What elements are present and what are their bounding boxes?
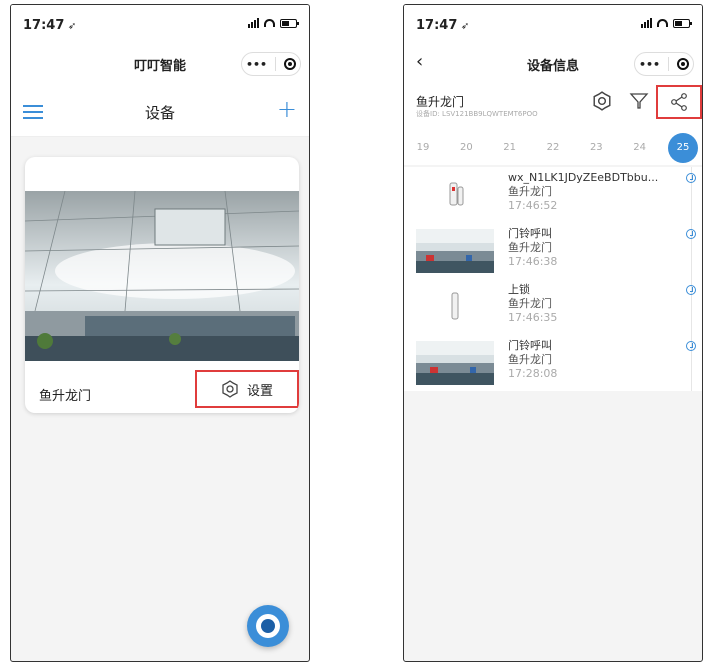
status-bar: 17:47 ➶ — [11, 5, 309, 39]
event-list: wx_N1LK1JDyZEeBDTbbu... 鱼升龙门 17:46:52 门铃… — [404, 167, 702, 391]
event-item[interactable]: 上锁 鱼升龙门 17:46:35 — [404, 279, 702, 335]
door-sensor-thumbnail — [416, 173, 494, 217]
device-name: 鱼升龙门 — [39, 389, 92, 404]
event-device: 鱼升龙门 — [508, 297, 552, 310]
signal-icon — [641, 18, 652, 28]
device-id: 设备ID: LSV121BB9LQWTEMT6POO — [416, 110, 538, 118]
floating-action-button[interactable] — [247, 605, 289, 647]
camera-snapshot-thumbnail — [416, 229, 494, 273]
add-device-icon[interactable]: + — [277, 95, 297, 123]
event-item[interactable]: 门铃呼叫 鱼升龙门 17:28:08 — [404, 335, 702, 391]
day-19[interactable]: 19 — [408, 133, 438, 163]
share-icon — [671, 93, 687, 111]
day-20[interactable]: 20 — [451, 133, 481, 163]
miniprogram-titlebar: 叮叮智能 ••• — [11, 39, 309, 85]
status-time: 17:47 — [416, 18, 458, 33]
close-miniprogram-icon[interactable] — [677, 58, 690, 70]
clock-icon — [686, 229, 696, 239]
event-time: 17:28:08 — [508, 367, 558, 380]
status-time: 17:47 — [23, 18, 65, 33]
phone-screen-device-info: 17:47 ➶ ‹ 设备信息 ••• 鱼升龙门 设备ID: LSV121BB9L… — [403, 4, 703, 662]
event-device: 鱼升龙门 — [508, 185, 552, 198]
more-icon[interactable]: ••• — [246, 58, 267, 71]
event-title: 门铃呼叫 — [508, 227, 552, 240]
more-icon[interactable]: ••• — [639, 58, 660, 71]
event-device: 鱼升龙门 — [508, 353, 552, 366]
wifi-icon — [264, 19, 275, 27]
clock-icon — [686, 285, 696, 295]
door-sensor-thumbnail — [416, 285, 494, 329]
day-24[interactable]: 24 — [625, 133, 655, 163]
event-time: 17:46:35 — [508, 311, 558, 324]
status-bar: 17:47 ➶ — [404, 5, 702, 39]
battery-icon — [673, 18, 692, 28]
camera-snapshot-thumbnail — [416, 341, 494, 385]
phone-screen-devices: 17:47 ➶ 叮叮智能 ••• 设备 + 鱼升龙门 设置 — [10, 4, 310, 662]
close-miniprogram-icon[interactable] — [284, 58, 297, 70]
event-title: 门铃呼叫 — [508, 339, 552, 352]
gear-icon — [222, 380, 238, 398]
filter-icon[interactable] — [629, 91, 649, 111]
gear-icon[interactable] — [592, 91, 612, 111]
day-22[interactable]: 22 — [538, 133, 568, 163]
capsule-menu[interactable]: ••• — [634, 52, 694, 76]
miniprogram-titlebar: ‹ 设备信息 ••• — [404, 39, 702, 85]
signal-icon — [248, 18, 259, 28]
settings-label: 设置 — [246, 383, 273, 399]
day-23[interactable]: 23 — [581, 133, 611, 163]
day-25-selected[interactable]: 25 — [667, 133, 698, 163]
share-button[interactable] — [656, 85, 702, 119]
event-time: 17:46:38 — [508, 255, 558, 268]
event-title: wx_N1LK1JDyZEeBDTbbu... — [508, 171, 659, 184]
camera-preview[interactable] — [25, 191, 299, 361]
clock-icon — [686, 341, 696, 351]
app-header: 设备 + — [11, 85, 309, 137]
event-item[interactable]: 门铃呼叫 鱼升龙门 17:46:38 — [404, 223, 702, 279]
event-title: 上锁 — [508, 283, 530, 296]
event-item[interactable]: wx_N1LK1JDyZEeBDTbbu... 鱼升龙门 17:46:52 — [404, 167, 702, 223]
event-device: 鱼升龙门 — [508, 241, 552, 254]
date-selector: 19 20 21 22 23 24 25 — [408, 133, 698, 163]
day-21[interactable]: 21 — [495, 133, 525, 163]
device-card[interactable]: 鱼升龙门 设置 — [25, 157, 299, 413]
camera-icon — [256, 614, 280, 638]
wifi-icon — [657, 19, 668, 27]
battery-icon — [280, 18, 299, 28]
clock-icon — [686, 173, 696, 183]
device-header: 鱼升龙门 设备ID: LSV121BB9LQWTEMT6POO 19 20 21… — [404, 85, 702, 165]
device-name: 鱼升龙门 — [416, 95, 465, 109]
capsule-menu[interactable]: ••• — [241, 52, 301, 76]
settings-button[interactable]: 设置 — [195, 370, 299, 408]
event-time: 17:46:52 — [508, 199, 558, 212]
page-title: 设备 — [144, 104, 175, 122]
